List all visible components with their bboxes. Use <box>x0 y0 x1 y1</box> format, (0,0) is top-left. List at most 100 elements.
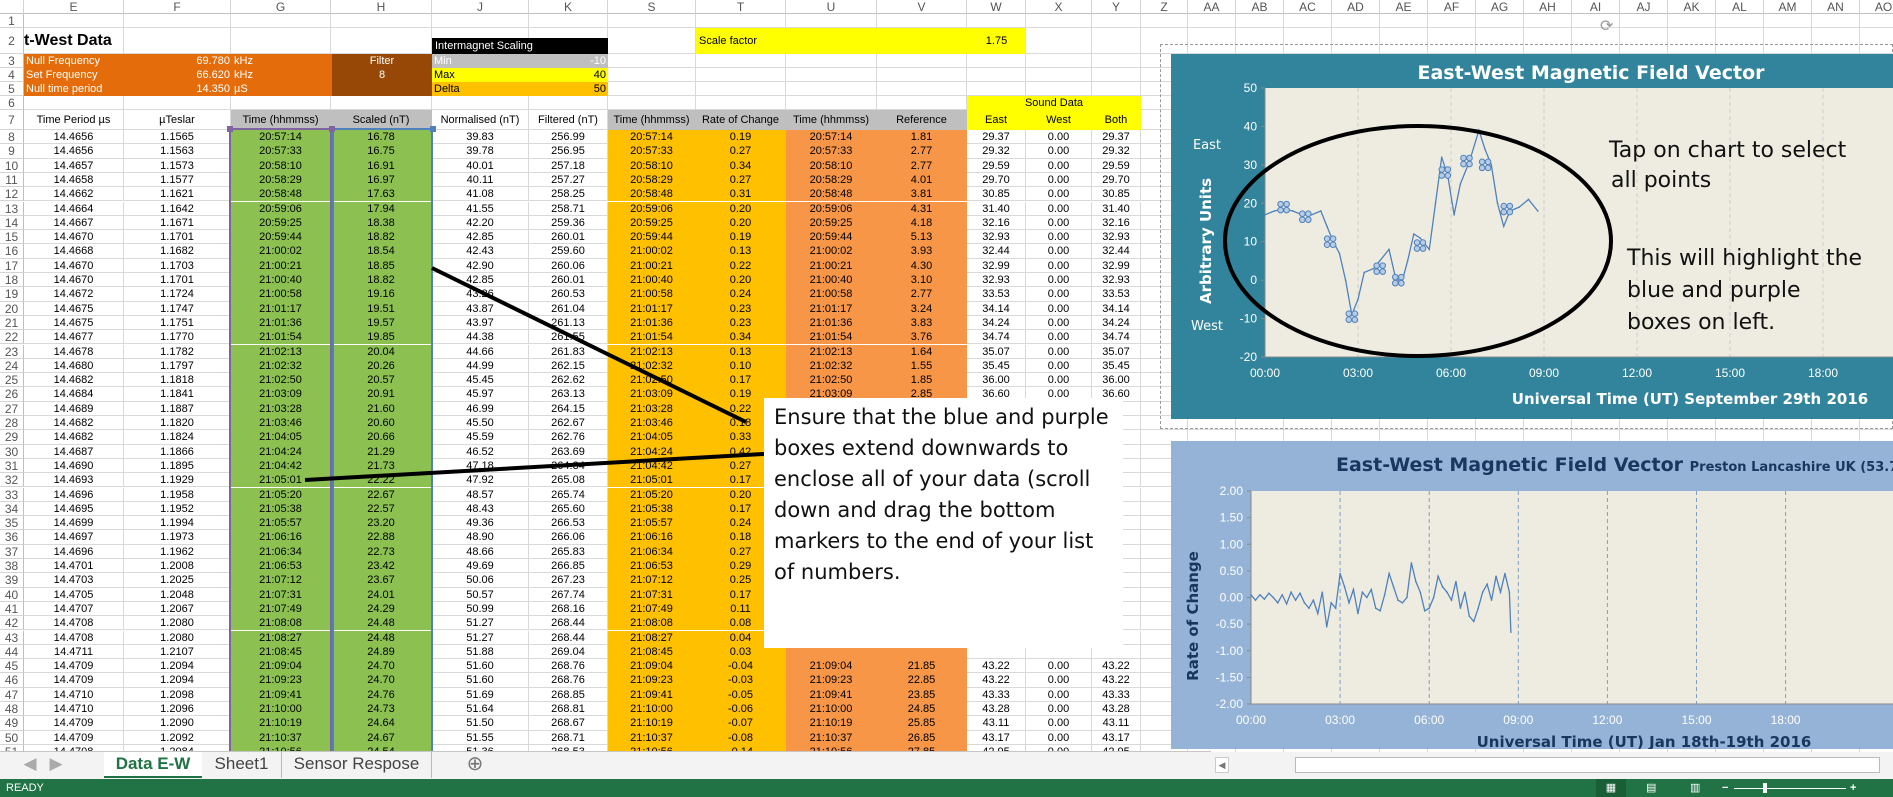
data-point <box>1388 572 1390 575</box>
horizontal-scrollbar[interactable]: ◀ <box>1211 752 1893 779</box>
tab-data-e-w[interactable]: Data E-W <box>104 752 202 778</box>
x-tick-label: 15:00 <box>1681 713 1711 727</box>
column-header[interactable]: AF <box>1428 0 1476 14</box>
data-point <box>1254 599 1257 601</box>
data-point <box>1406 596 1408 599</box>
marker-dot <box>1305 216 1312 224</box>
data-point <box>1453 214 1455 216</box>
arrow-line <box>431 266 747 424</box>
data-point <box>1432 596 1435 599</box>
tab-scroll-right-icon[interactable]: ▶ <box>48 752 64 778</box>
data-point <box>1428 248 1431 251</box>
column-header[interactable]: AC <box>1284 0 1332 14</box>
cell[interactable] <box>1812 14 1860 28</box>
column-header[interactable]: AB <box>1236 0 1284 14</box>
tab-scroll-left-icon[interactable]: ◀ <box>22 752 38 778</box>
east-west-chart[interactable]: 00:00 03:00 06:00 09:00 12:00 15:00 18:00 50 40 3… <box>1171 54 1893 419</box>
column-header[interactable]: AL <box>1716 0 1764 14</box>
data-point <box>1502 225 1505 228</box>
zoom-out-icon[interactable]: − <box>1722 779 1728 797</box>
normal-view-icon[interactable]: ▦ <box>1596 779 1626 797</box>
cell[interactable] <box>1524 14 1572 28</box>
cell[interactable] <box>1476 14 1524 28</box>
marker-dot <box>1500 208 1508 216</box>
data-point <box>1419 591 1422 593</box>
data-point <box>1273 210 1276 212</box>
data-point <box>1326 225 1328 228</box>
column-header[interactable]: AK <box>1668 0 1716 14</box>
page-layout-icon[interactable]: ▤ <box>1646 779 1656 797</box>
cell[interactable] <box>1428 14 1476 28</box>
column-header[interactable]: AN <box>1812 0 1860 14</box>
cell[interactable] <box>1284 14 1332 28</box>
data-point <box>1410 562 1413 564</box>
cell[interactable] <box>1668 14 1716 28</box>
y-tick-label: -2.00 <box>1216 697 1244 711</box>
data-point <box>1299 592 1301 595</box>
data-point <box>1303 602 1306 604</box>
column-header[interactable]: AH <box>1524 0 1572 14</box>
cell[interactable] <box>1332 14 1380 28</box>
marker-dot <box>1351 316 1359 323</box>
cell[interactable] <box>1236 14 1284 28</box>
data-point <box>1321 591 1324 593</box>
marker-dot <box>1419 245 1427 252</box>
data-point <box>1325 625 1328 628</box>
tab-sheet1[interactable]: Sheet1 <box>202 752 282 778</box>
data-point <box>1392 586 1395 588</box>
x-tick-label: 06:00 <box>1414 713 1444 727</box>
data-point <box>1250 594 1252 596</box>
data-point <box>1281 594 1283 596</box>
data-point <box>1459 607 1462 609</box>
cell[interactable] <box>1716 14 1764 28</box>
marker-dot <box>1438 166 1446 173</box>
marker-dot <box>1478 158 1486 166</box>
rotate-handle-icon[interactable]: ⟳ <box>1600 16 1613 36</box>
zoom-slider-thumb[interactable] <box>1763 783 1767 793</box>
data-point <box>1357 298 1359 301</box>
rate-of-change-chart[interactable]: 00:00 03:00 06:00 09:00 12:00 15:00 18:00 2.00 1… <box>1171 441 1893 749</box>
data-point <box>1344 279 1347 281</box>
marker-dot <box>1466 160 1473 168</box>
scrollbar-thumb[interactable] <box>1295 757 1880 773</box>
data-point <box>1334 607 1337 609</box>
marker-dot <box>1398 279 1405 287</box>
y-tick-label: 40 <box>1244 119 1258 133</box>
y-tick-label: 20 <box>1244 196 1258 210</box>
marker-dot <box>1478 164 1486 172</box>
zoom-slider[interactable] <box>1734 788 1846 789</box>
data-point <box>1272 596 1275 599</box>
data-point <box>1537 210 1539 212</box>
marker-dot <box>1299 216 1306 224</box>
marker-dot <box>1277 206 1284 214</box>
cell[interactable] <box>1860 14 1893 28</box>
arrow-line <box>304 452 765 482</box>
data-point <box>1361 591 1364 593</box>
scroll-left-icon[interactable]: ◀ <box>1215 757 1229 773</box>
x-tick-label: 18:00 <box>1771 713 1801 727</box>
data-point <box>1428 607 1430 609</box>
x-tick-label: 12:00 <box>1592 713 1622 727</box>
data-point <box>1294 599 1297 601</box>
column-header[interactable]: AI <box>1572 0 1620 14</box>
column-header[interactable]: AD <box>1332 0 1380 14</box>
column-header[interactable]: AJ <box>1620 0 1668 14</box>
data-point <box>1423 610 1426 612</box>
tab-sensor-respose[interactable]: Sensor Respose <box>282 752 432 778</box>
y-tick-label: -10 <box>1240 312 1258 326</box>
data-point <box>1518 206 1520 208</box>
cell[interactable] <box>1380 14 1428 28</box>
data-point <box>1504 572 1506 575</box>
y-tick-label: -1.00 <box>1216 644 1244 658</box>
data-point <box>1527 198 1530 201</box>
column-header[interactable]: AM <box>1764 0 1812 14</box>
column-header[interactable]: AG <box>1476 0 1524 14</box>
column-header[interactable]: AE <box>1380 0 1428 14</box>
column-header[interactable]: AO <box>1860 0 1893 14</box>
add-sheet-icon[interactable]: ⊕ <box>463 752 487 778</box>
zoom-in-icon[interactable]: + <box>1850 779 1856 797</box>
y-tick-label: -20 <box>1240 350 1258 364</box>
cell[interactable] <box>1764 14 1812 28</box>
cell[interactable] <box>1620 14 1668 28</box>
page-break-icon[interactable]: ▥ <box>1690 779 1700 797</box>
